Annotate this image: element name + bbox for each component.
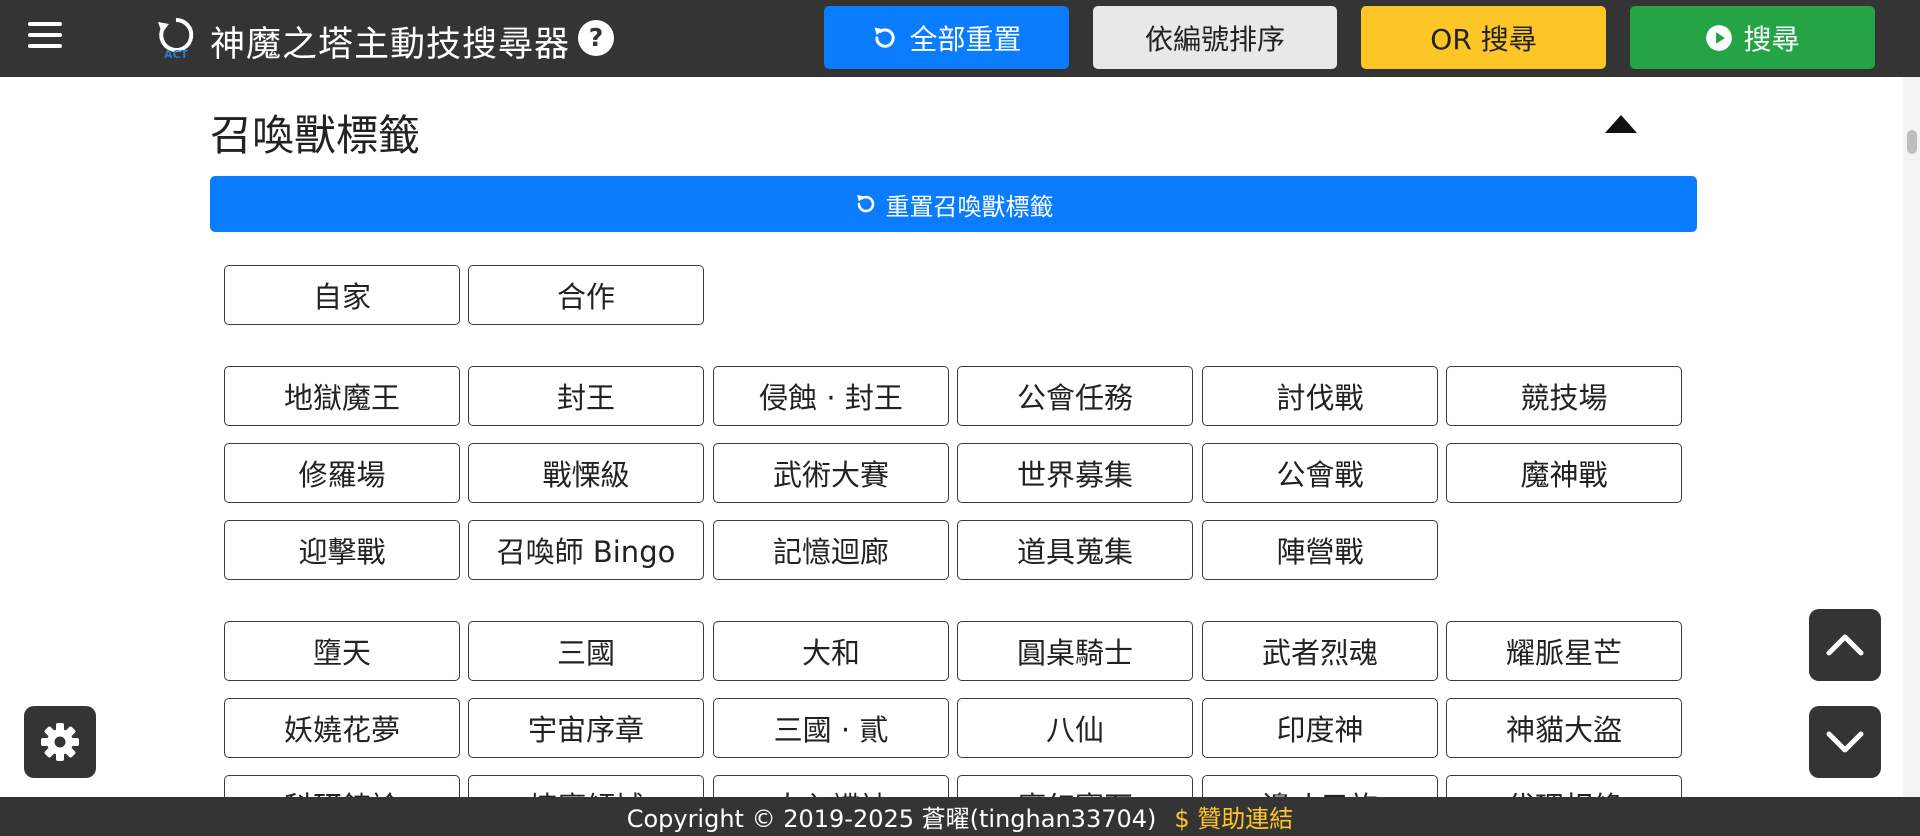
tag-button[interactable]: 競技場 — [1446, 366, 1682, 426]
tag-button[interactable]: 武者烈魂 — [1202, 621, 1438, 681]
page-scrollbar[interactable] — [1903, 77, 1920, 797]
reset-summon-tags-button[interactable]: 重置召喚獸標籤 — [210, 176, 1697, 232]
tag-button[interactable]: 公會戰 — [1202, 443, 1438, 503]
scroll-to-bottom-button[interactable] — [1809, 706, 1881, 778]
tag-button[interactable]: 三國 · 貳 — [713, 698, 949, 758]
sort-by-id-label: 依編號排序 — [1144, 22, 1285, 56]
play-circle-icon — [1706, 24, 1733, 51]
tag-button[interactable]: 記憶迴廊 — [713, 520, 949, 580]
section-title: 召喚獸標籤 — [210, 111, 421, 160]
tag-button[interactable]: 神貓大盜 — [1446, 698, 1682, 758]
rotate-ccw-icon — [856, 195, 874, 213]
tag-button[interactable]: 宇宙序章 — [468, 698, 704, 758]
tag-button[interactable]: 修羅場 — [224, 443, 460, 503]
tag-button[interactable]: 墮天 — [224, 621, 460, 681]
or-search-button[interactable]: OR 搜尋 — [1361, 6, 1606, 69]
reset-all-button[interactable]: 全部重置 — [824, 6, 1069, 69]
tag-button[interactable]: 合作 — [468, 265, 704, 325]
hamburger-menu-icon[interactable] — [28, 22, 62, 52]
tag-button[interactable]: 自家 — [224, 265, 460, 325]
gear-icon — [41, 723, 79, 761]
tag-button[interactable]: 公會任務 — [957, 366, 1193, 426]
tag-button[interactable]: 迎擊戰 — [224, 520, 460, 580]
tag-button[interactable]: 八仙 — [957, 698, 1193, 758]
chevron-up-icon — [1826, 634, 1864, 656]
tag-button[interactable]: 武術大賽 — [713, 443, 949, 503]
scroll-to-top-button[interactable] — [1809, 609, 1881, 681]
tag-button[interactable]: 封王 — [468, 366, 704, 426]
tag-button[interactable]: 地獄魔王 — [224, 366, 460, 426]
sponsor-link-label: 贊助連結 — [1197, 805, 1294, 833]
tag-button[interactable]: 耀脈星芒 — [1446, 621, 1682, 681]
tag-button[interactable]: 討伐戰 — [1202, 366, 1438, 426]
settings-button[interactable] — [24, 706, 96, 778]
tag-button[interactable]: 大和 — [713, 621, 949, 681]
sponsor-link[interactable]: $ 贊助連結 — [1174, 799, 1293, 834]
app-title: 神魔之塔主動技搜尋器 — [210, 25, 571, 65]
scrollbar-thumb[interactable] — [1907, 130, 1917, 154]
reset-summon-tags-label: 重置召喚獸標籤 — [885, 192, 1054, 221]
dollar-icon: $ — [1174, 805, 1190, 833]
sort-by-id-button[interactable]: 依編號排序 — [1093, 6, 1337, 69]
top-navbar: ACT 神魔之塔主動技搜尋器 ? 全部重置 依編號排序 OR 搜尋 搜尋 — [0, 0, 1920, 77]
tag-button[interactable]: 陣營戰 — [1202, 520, 1438, 580]
reset-all-label: 全部重置 — [909, 22, 1022, 56]
help-icon[interactable]: ? — [578, 20, 614, 56]
app-logo[interactable]: ACT — [155, 14, 197, 60]
copyright-text: Copyright © 2019-2025 蒼曜(tinghan33704) — [626, 805, 1157, 833]
rotate-ccw-icon — [874, 27, 896, 48]
tag-button[interactable]: 道具蒐集 — [957, 520, 1193, 580]
tag-button[interactable]: 戰慄級 — [468, 443, 704, 503]
page-footer: Copyright © 2019-2025 蒼曜(tinghan33704) $… — [0, 797, 1920, 836]
tag-button[interactable]: 圓桌騎士 — [957, 621, 1193, 681]
tag-button[interactable]: 召喚師 Bingo — [468, 520, 704, 580]
tag-button[interactable]: 魔神戰 — [1446, 443, 1682, 503]
chevron-down-icon — [1826, 731, 1864, 753]
tag-button[interactable]: 侵蝕 · 封王 — [713, 366, 949, 426]
tag-button[interactable]: 世界募集 — [957, 443, 1193, 503]
caret-up-icon[interactable] — [1605, 115, 1637, 133]
tag-button[interactable]: 妖嬈花夢 — [224, 698, 460, 758]
or-search-label: OR 搜尋 — [1430, 22, 1537, 56]
tag-button[interactable]: 三國 — [468, 621, 704, 681]
svg-text:ACT: ACT — [164, 48, 189, 60]
tag-button[interactable]: 印度神 — [1202, 698, 1438, 758]
search-label: 搜尋 — [1743, 22, 1800, 56]
search-button[interactable]: 搜尋 — [1630, 6, 1875, 69]
